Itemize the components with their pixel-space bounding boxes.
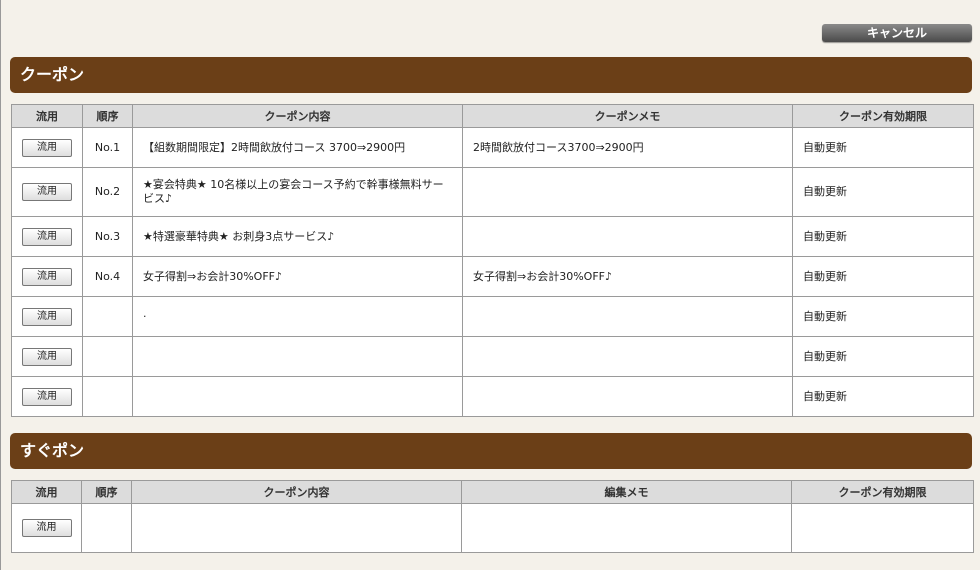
sugupon-section-header: すぐポン: [10, 433, 972, 469]
coupon-expiry-cell: 自動更新: [792, 127, 974, 168]
order-cell: [82, 376, 133, 417]
ryuyo-button[interactable]: 流用: [22, 183, 72, 201]
coupon-expiry-cell: 自動更新: [792, 167, 974, 217]
coupon-expiry-cell: 自動更新: [792, 296, 974, 337]
ryuyo-button[interactable]: 流用: [22, 267, 72, 286]
coupon-memo-cell: [462, 167, 793, 217]
ryuyo-cell: 流用: [11, 296, 83, 337]
coupon-memo-cell: [462, 376, 793, 417]
column-header-ryuyo: 流用: [11, 480, 82, 504]
ryuyo-cell: 流用: [11, 127, 83, 168]
ryuyo-button[interactable]: 流用: [22, 138, 72, 157]
order-cell: [82, 296, 133, 337]
column-header-order: 順序: [81, 480, 132, 504]
coupon-content-cell: 【組数期間限定】2時間飲放付コース 3700⇒2900円: [132, 127, 463, 168]
column-header-memo: クーポンメモ: [462, 104, 793, 128]
table-row: 流用 No.3 ★特選豪華特典★ お刺身3点サービス♪ 自動更新: [11, 216, 974, 257]
coupon-memo-cell: [462, 296, 793, 337]
order-cell: [81, 503, 132, 553]
table-row: 流用: [11, 503, 974, 553]
table-row: 流用 No.2 ★宴会特典★ 10名様以上の宴会コース予約で幹事様無料サービス♪ 自動…: [11, 167, 974, 217]
order-cell: No.2: [82, 167, 133, 217]
order-cell: [82, 336, 133, 377]
ryuyo-cell: 流用: [11, 256, 83, 297]
coupon-content-cell: ★特選豪華特典★ お刺身3点サービス♪: [132, 216, 463, 257]
order-cell: No.4: [82, 256, 133, 297]
coupon-table: 流用 順序 クーポン内容 クーポンメモ クーポン有効期限 流用 No.1 【組数期間…: [11, 104, 974, 417]
ryuyo-cell: 流用: [11, 167, 83, 217]
column-header-order: 順序: [82, 104, 133, 128]
ryuyo-cell: 流用: [11, 503, 82, 553]
coupon-memo-cell: 2時間飲放付コース3700⇒2900円: [462, 127, 793, 168]
coupon-table-header-row: 流用 順序 クーポン内容 クーポンメモ クーポン有効期限: [11, 104, 974, 128]
sugupon-table-header-row: 流用 順序 クーポン内容 編集メモ クーポン有効期限: [11, 480, 974, 504]
coupon-memo-cell: [462, 216, 793, 257]
coupon-content-cell: [132, 336, 463, 377]
table-row: 流用 · 自動更新: [11, 296, 974, 337]
coupon-expiry-cell: 自動更新: [792, 256, 974, 297]
coupon-content-cell: [132, 376, 463, 417]
ryuyo-cell: 流用: [11, 376, 83, 417]
coupon-content-cell: ★宴会特典★ 10名様以上の宴会コース予約で幹事様無料サービス♪: [132, 167, 463, 217]
coupon-expiry-cell: [791, 503, 974, 553]
coupon-expiry-cell: 自動更新: [792, 336, 974, 377]
ryuyo-cell: 流用: [11, 216, 83, 257]
coupon-memo-cell: [461, 503, 792, 553]
ryuyo-button[interactable]: 流用: [21, 519, 72, 537]
column-header-content: クーポン内容: [131, 480, 462, 504]
column-header-ryuyo: 流用: [11, 104, 83, 128]
coupon-expiry-cell: 自動更新: [792, 216, 974, 257]
sugupon-table: 流用 順序 クーポン内容 編集メモ クーポン有効期限 流用: [11, 480, 974, 553]
table-row: 流用 自動更新: [11, 376, 974, 417]
coupon-content-cell: ·: [132, 296, 463, 337]
order-cell: No.1: [82, 127, 133, 168]
coupon-memo-cell: [462, 336, 793, 377]
cancel-button[interactable]: キャンセル: [822, 24, 972, 42]
column-header-expiry: クーポン有効期限: [791, 480, 974, 504]
coupon-section-header: クーポン: [10, 57, 972, 93]
column-header-expiry: クーポン有効期限: [792, 104, 974, 128]
column-header-edit-memo: 編集メモ: [461, 480, 792, 504]
coupon-content-cell: 女子得割⇒お会計30%OFF♪: [132, 256, 463, 297]
table-row: 流用 No.1 【組数期間限定】2時間飲放付コース 3700⇒2900円 2時間飲放付…: [11, 127, 974, 168]
ryuyo-button[interactable]: 流用: [22, 307, 72, 326]
order-cell: No.3: [82, 216, 133, 257]
column-header-content: クーポン内容: [132, 104, 463, 128]
ryuyo-button[interactable]: 流用: [22, 227, 72, 246]
table-row: 流用 No.4 女子得割⇒お会計30%OFF♪ 女子得割⇒お会計30%OFF♪ 自動更新: [11, 256, 974, 297]
ryuyo-button[interactable]: 流用: [22, 387, 72, 406]
ryuyo-button[interactable]: 流用: [22, 347, 72, 366]
coupon-content-cell: [131, 503, 462, 553]
ryuyo-cell: 流用: [11, 336, 83, 377]
coupon-expiry-cell: 自動更新: [792, 376, 974, 417]
table-row: 流用 自動更新: [11, 336, 974, 377]
coupon-memo-cell: 女子得割⇒お会計30%OFF♪: [462, 256, 793, 297]
